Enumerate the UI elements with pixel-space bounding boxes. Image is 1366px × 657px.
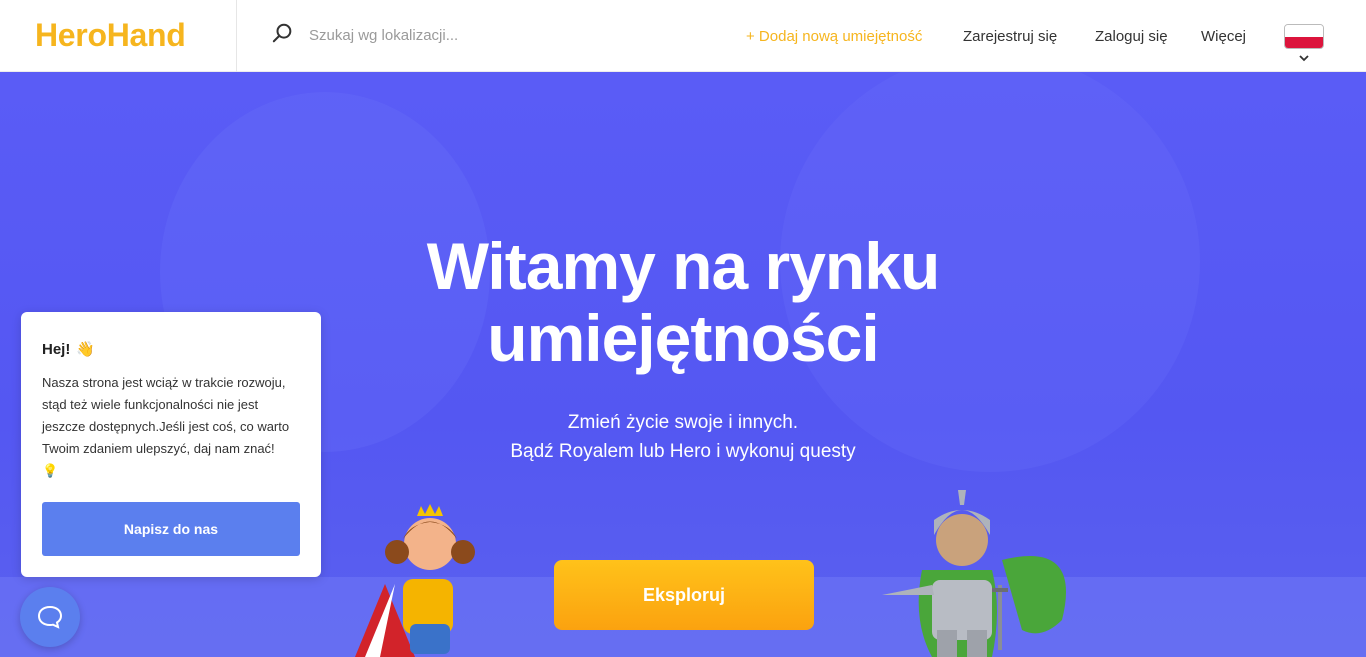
explore-button[interactable]: Eksploruj <box>554 560 814 630</box>
popup-message: Nasza strona jest wciąż w trakcie rozwoj… <box>42 372 300 482</box>
logo-container: HeroHand <box>0 0 237 72</box>
lightbulb-icon: 💡 <box>42 463 59 478</box>
hero-subtitle: Zmień życie swoje i innych. Bądź Royalem… <box>510 412 856 462</box>
search-icon[interactable] <box>272 22 294 49</box>
chevron-down-icon <box>1299 55 1309 62</box>
feedback-popup: Hej! 👋 Nasza strona jest wciąż w trakcie… <box>21 312 321 577</box>
more-menu[interactable]: Więcej <box>1201 0 1246 72</box>
top-navbar: HeroHand + Dodaj nową umiejętność Zareje… <box>0 0 1366 72</box>
popup-message-text: Nasza strona jest wciąż w trakcie rozwoj… <box>42 375 290 456</box>
popup-title: Hej! 👋 <box>42 340 300 359</box>
hero-title: Witamy na rynku umiejętności <box>426 229 941 375</box>
search-input[interactable] <box>309 27 569 44</box>
chat-launcher-button[interactable] <box>20 587 80 647</box>
contact-us-button[interactable]: Napisz do nas <box>42 502 300 556</box>
princess-character-illustration <box>355 504 475 657</box>
add-skill-link[interactable]: + Dodaj nową umiejętność <box>746 0 922 72</box>
search-bar <box>272 22 569 49</box>
login-link[interactable]: Zaloguj się <box>1095 0 1168 72</box>
chat-bubble-icon <box>37 605 63 629</box>
logo[interactable]: HeroHand <box>35 17 186 54</box>
popup-title-text: Hej! <box>42 340 71 358</box>
knight-character-illustration <box>882 490 1066 657</box>
register-link[interactable]: Zarejestruj się <box>963 0 1057 72</box>
language-selector[interactable] <box>1284 24 1324 66</box>
poland-flag-icon <box>1284 24 1324 49</box>
waving-hand-icon: 👋 <box>76 341 96 358</box>
